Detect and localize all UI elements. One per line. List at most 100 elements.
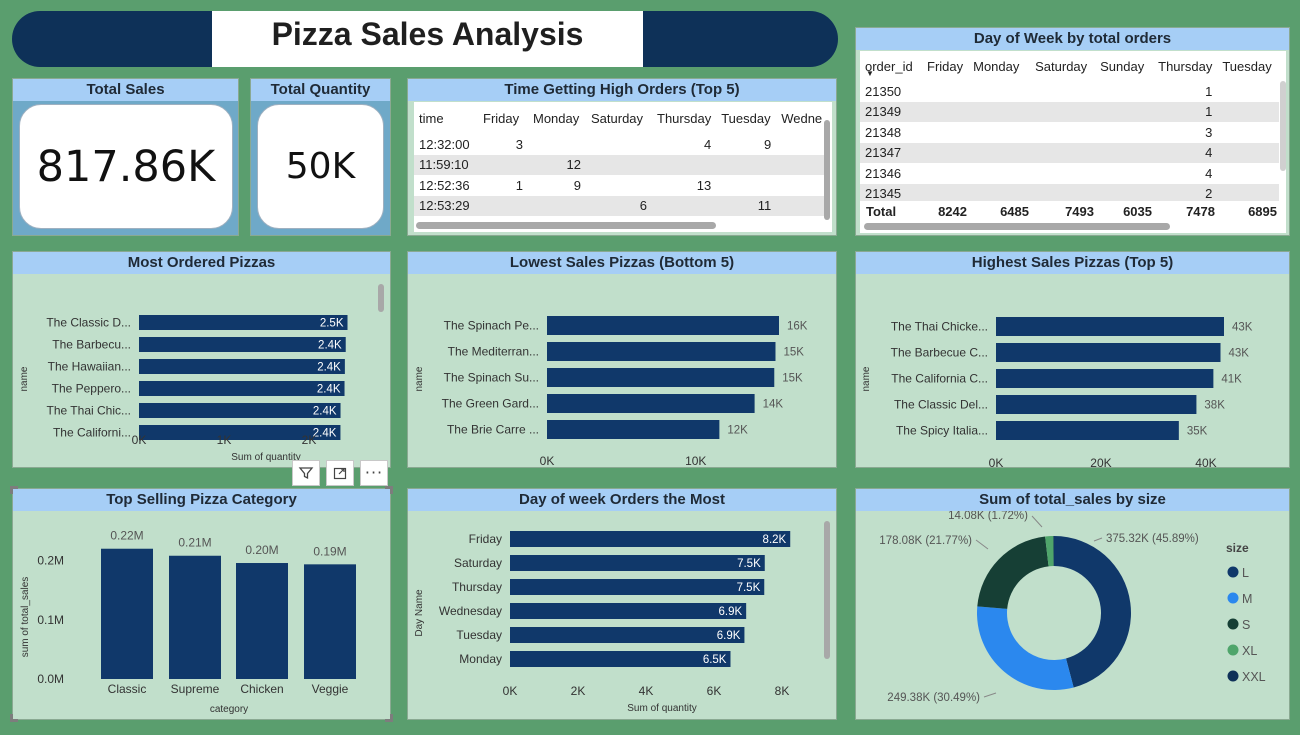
data-label: 2.4K [313, 406, 337, 418]
x-tick-label: 4K [639, 684, 654, 698]
data-label: 0.19M [313, 544, 346, 558]
selection-handle[interactable] [385, 714, 393, 722]
most-ordered-chart[interactable]: The Classic D... 2.5K The Barbecu... 2.4K Th… [13, 274, 391, 468]
x-tick-label: 2K [571, 684, 586, 698]
table-row[interactable]: 21347 4 [860, 142, 1280, 163]
column-header[interactable]: Sunday [1095, 51, 1153, 81]
legend-title: size [1226, 541, 1249, 555]
day-orders-chart[interactable]: Friday 8.2K Saturday 7.5K Thursday 7.5K Wednes… [408, 511, 837, 720]
day-of-week-table-body[interactable]: order_id ▼ Friday Monday Saturday Sunday… [860, 51, 1286, 233]
selection-handle[interactable] [10, 714, 18, 722]
x-tick-label: 1K [217, 433, 232, 447]
vertical-scrollbar[interactable] [1280, 81, 1286, 171]
day-of-week-table-panel[interactable]: Day of Week by total orders order_id ▼ F… [855, 27, 1290, 236]
table-row[interactable]: 21348 3 [860, 122, 1280, 143]
most-ordered-chart-title: Most Ordered Pizzas [13, 252, 390, 274]
total-quantity-card[interactable]: Total Quantity 50K [250, 78, 391, 236]
table-row[interactable]: 21349 1 [860, 101, 1280, 122]
category-label: The Barbecu... [52, 338, 131, 352]
bar [547, 316, 779, 335]
table-cell [1217, 163, 1280, 184]
y-tick-label: 0.2M [37, 554, 64, 568]
time-orders-table-panel[interactable]: Time Getting High Orders (Top 5) time Fr… [407, 78, 837, 236]
table-cell [922, 122, 969, 143]
total-quantity-value: 50K [257, 104, 384, 229]
table-row[interactable]: 21350 1 [860, 81, 1280, 102]
lowest-sales-chart[interactable]: The Spinach Pe... 16K The Mediterran... 15K… [408, 274, 837, 468]
vertical-scrollbar[interactable] [824, 521, 830, 659]
highest-sales-chart-title: Highest Sales Pizzas (Top 5) [856, 252, 1289, 274]
more-options-icon[interactable]: ··· [360, 460, 388, 486]
data-label: 2.4K [318, 340, 342, 352]
table-cell [1030, 81, 1096, 102]
column-header[interactable]: Monday [968, 51, 1030, 81]
bar [547, 342, 776, 361]
column-header[interactable]: Tuesday [716, 102, 776, 134]
category-label: The Classic D... [46, 316, 131, 330]
column-header[interactable]: Tuesday [1217, 51, 1279, 81]
slice-label: 14.08K (1.72%) [948, 511, 1028, 522]
column-header[interactable]: time [414, 102, 478, 134]
selection-handle[interactable] [10, 486, 18, 494]
data-label: 43K [1232, 322, 1253, 334]
data-label: 8.2K [763, 534, 787, 546]
category-chart-panel[interactable]: Top Selling Pizza Category 0.0M 0.1M 0.2M 0… [12, 488, 391, 720]
column-header[interactable]: Thursday [652, 102, 716, 134]
table-row[interactable]: 12:52:36 1 9 13 [414, 175, 828, 196]
table-row[interactable]: 12:32:00 3 4 9 [414, 134, 828, 155]
x-tick-label: 2K [302, 433, 317, 447]
highest-sales-chart-panel[interactable]: Highest Sales Pizzas (Top 5) The Thai Ch… [855, 251, 1290, 468]
data-label: 38K [1204, 400, 1225, 412]
selection-handle[interactable] [385, 486, 393, 494]
category-label: Thursday [452, 580, 502, 594]
total-sales-card[interactable]: Total Sales 817.86K [12, 78, 239, 236]
table-cell [1030, 122, 1096, 143]
horizontal-scrollbar[interactable] [416, 222, 716, 229]
size-donut-chart-panel[interactable]: Sum of total_sales by size 375.32K (45.8… [855, 488, 1290, 720]
time-orders-table-body[interactable]: time Friday Monday Saturday Thursday Tue… [414, 102, 832, 232]
column-header[interactable]: Friday [922, 51, 968, 81]
table-cell [586, 134, 652, 155]
bar [139, 337, 346, 352]
horizontal-scrollbar[interactable] [864, 223, 1170, 230]
highest-sales-chart[interactable]: The Thai Chicke... 43K The Barbecue C... 43… [856, 274, 1290, 468]
table-cell [968, 142, 1031, 163]
column-header[interactable]: Saturday [586, 102, 652, 134]
total-label: Total [866, 204, 897, 219]
table-row[interactable]: 11:59:10 12 [414, 154, 828, 175]
sort-descending-icon[interactable]: ▼ [866, 69, 874, 78]
y-axis-title: sum of total_sales [20, 577, 31, 658]
category-label: Supreme [171, 682, 220, 696]
column-header[interactable]: Friday [478, 102, 528, 134]
category-chart[interactable]: 0.0M 0.1M 0.2M 0.22M Classic 0.21M Supreme 0.20… [13, 511, 391, 720]
column-header[interactable]: Saturday [1030, 51, 1095, 81]
focus-mode-icon[interactable] [326, 460, 354, 486]
table-cell: 4 [1153, 142, 1218, 163]
vertical-scrollbar[interactable] [824, 120, 830, 220]
lowest-sales-chart-panel[interactable]: Lowest Sales Pizzas (Bottom 5) The Spina… [407, 251, 837, 468]
data-label: 2.5K [320, 318, 344, 330]
slice-label: 249.38K (30.49%) [887, 692, 980, 704]
size-donut-chart[interactable]: 375.32K (45.89%) 249.38K (30.49%) 178.08K … [856, 511, 1290, 720]
table-row[interactable]: 21346 4 [860, 163, 1280, 184]
filter-icon[interactable] [292, 460, 320, 486]
data-label: 0.20M [245, 543, 278, 557]
category-label: The California C... [891, 372, 988, 386]
legend-marker [1227, 592, 1239, 604]
column-header[interactable]: Wedne [776, 102, 827, 134]
column-header[interactable]: Thursday [1153, 51, 1217, 81]
vertical-scrollbar[interactable] [378, 284, 384, 312]
column-header[interactable]: Monday [528, 102, 586, 134]
bar [169, 555, 221, 679]
time-orders-table[interactable]: time Friday Monday Saturday Thursday Tue… [414, 102, 828, 216]
most-ordered-chart-panel[interactable]: Most Ordered Pizzas The Classic D... 2.5K… [12, 251, 391, 468]
day-of-week-table[interactable]: order_id ▼ Friday Monday Saturday Sunday… [860, 51, 1280, 204]
category-label: Monday [459, 652, 502, 666]
data-label: 12K [727, 425, 748, 437]
column-header[interactable]: order_id ▼ [860, 51, 922, 81]
table-cell [968, 81, 1031, 102]
day-orders-chart-panel[interactable]: Day of week Orders the Most Friday 8.2K Sa… [407, 488, 837, 720]
table-row[interactable]: 12:53:29 6 11 [414, 195, 828, 216]
y-axis-title: Day Name [414, 589, 425, 637]
total-sales-title: Total Sales [13, 79, 238, 101]
